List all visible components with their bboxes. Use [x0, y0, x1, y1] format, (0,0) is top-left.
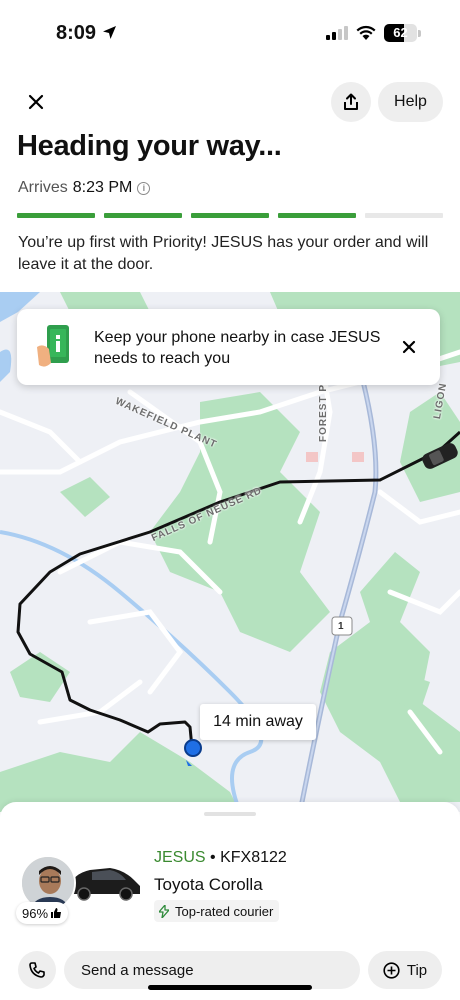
send-message-button[interactable]: Send a message [64, 951, 360, 989]
courier-name: JESUS [154, 849, 206, 866]
notice-close-button[interactable] [397, 335, 421, 359]
battery-cap [418, 30, 421, 37]
help-button[interactable]: Help [378, 82, 443, 122]
vehicle-model: Toyota Corolla [154, 875, 263, 894]
plus-circle-icon [383, 961, 400, 979]
location-arrow-icon [103, 26, 116, 39]
share-icon [344, 93, 358, 110]
separator-dot: • [210, 849, 216, 866]
rating-value: 96% [22, 905, 49, 921]
close-button[interactable] [20, 86, 52, 118]
street-label-forest: FOREST P [318, 383, 329, 442]
thumbs-up-icon [51, 908, 62, 918]
battery-icon: 62 [384, 24, 417, 42]
route-shield-label: 1 [338, 621, 344, 632]
notice-text: Keep your phone nearby in case JESUS nee… [94, 329, 381, 367]
eta-badge: 14 min away [200, 704, 316, 740]
wifi-icon [356, 25, 376, 40]
close-icon [402, 340, 416, 354]
top-rated-badge: Top-rated courier [154, 900, 280, 922]
lightning-icon [159, 904, 169, 918]
tip-label: Tip [406, 961, 428, 979]
share-button[interactable] [331, 82, 371, 122]
phone-icon [29, 962, 45, 978]
status-time: 8:09 [56, 22, 97, 44]
progress-segment [17, 213, 95, 218]
home-indicator [148, 985, 312, 990]
call-button[interactable] [18, 951, 56, 989]
sheet-grabber[interactable] [204, 812, 256, 816]
order-status-message: You’re up first with Priority! JESUS has… [18, 234, 429, 273]
progress-segment [104, 213, 182, 218]
arrival-time: 8:23 PM [72, 179, 133, 196]
close-icon [28, 94, 44, 110]
courier-rating: 96% [16, 902, 69, 924]
cellular-signal-icon [326, 26, 348, 40]
page-title: Heading your way... [17, 130, 282, 162]
arrival-info: Arrives 8:23 PM i [18, 179, 151, 197]
arrival-label: Arrives [18, 179, 68, 196]
courier-sheet: 96% JESUS • KFX8122 Toyota Corolla Top-r… [0, 802, 460, 1000]
status-bar: 8:09 62 [0, 0, 460, 66]
tip-button[interactable]: Tip [368, 951, 442, 989]
progress-segment [278, 213, 356, 218]
top-rated-label: Top-rated courier [175, 903, 274, 919]
phone-nearby-notice: Keep your phone nearby in case JESUS nee… [17, 309, 440, 385]
progress-segment [191, 213, 269, 218]
battery-level: 62 [393, 25, 408, 40]
phone-in-hand-icon [37, 325, 69, 367]
courier-identity: JESUS • KFX8122 [154, 849, 287, 867]
info-icon[interactable]: i [137, 181, 151, 195]
delivery-progress-bar [17, 213, 443, 218]
license-plate: KFX8122 [220, 849, 287, 866]
progress-segment [365, 213, 443, 218]
